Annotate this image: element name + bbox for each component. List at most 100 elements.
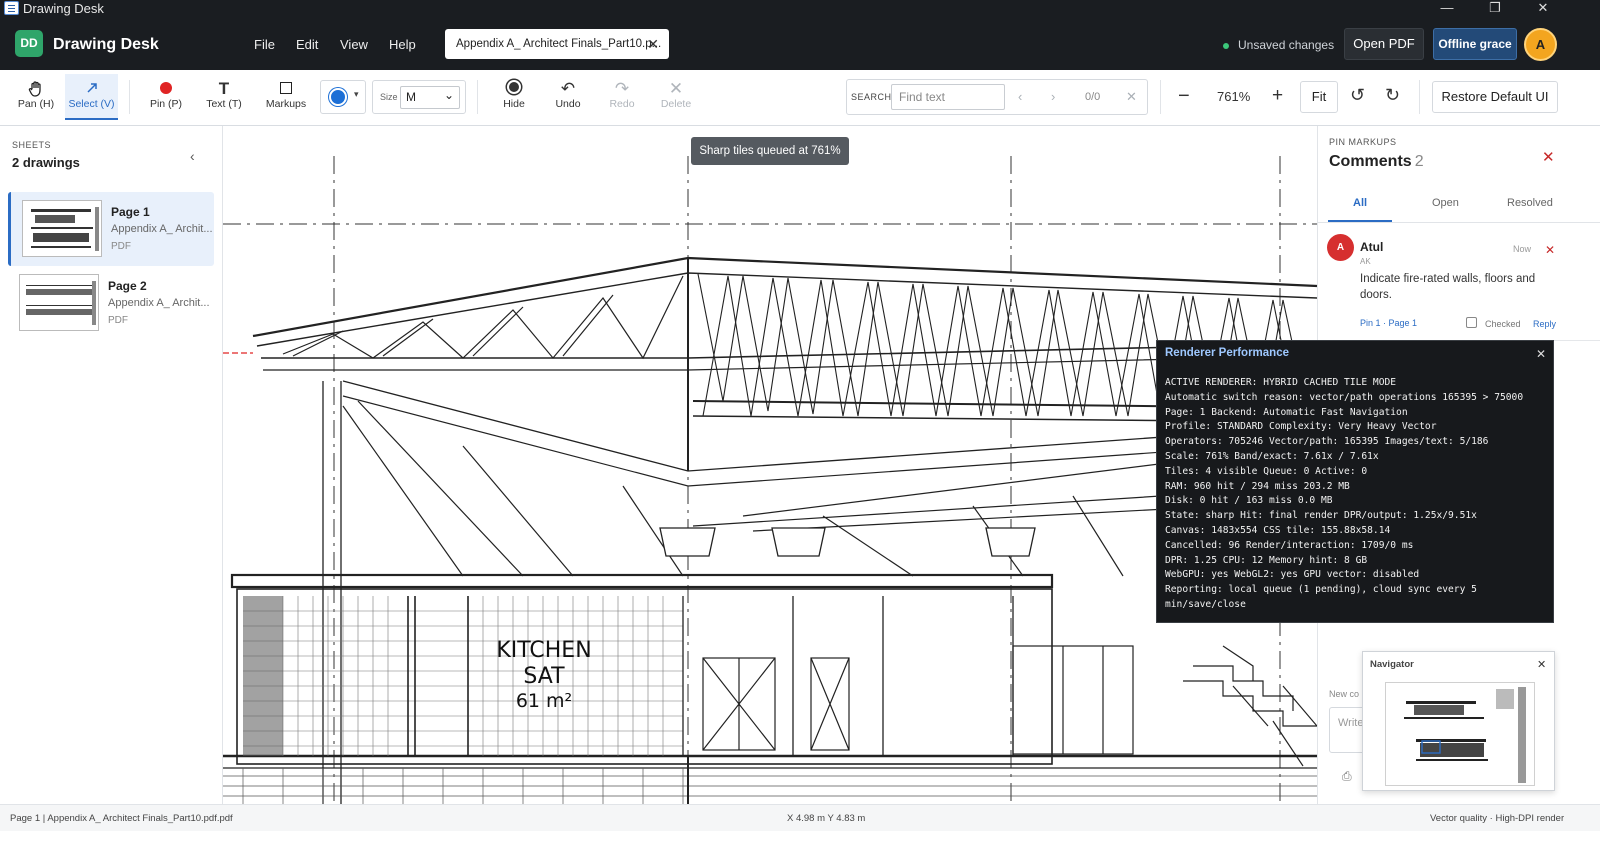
drawing-canvas[interactable]: Sharp tiles queued at 761% KITCHEN SAT 6… [223,126,1317,804]
close-panel-icon[interactable]: ✕ [1542,148,1555,166]
close-navigator-icon[interactable]: ✕ [1537,658,1546,671]
search-prev-icon[interactable]: ‹ [1018,89,1022,104]
perf-line: RAM: 960 hit / 294 miss 203.2 MB [1165,480,1350,492]
comment-pin-link[interactable]: Pin 1 · Page 1 [1360,318,1417,328]
undo-button[interactable]: ↶ Undo [549,74,587,120]
renderer-performance-panel: Renderer Performance ✕ ACTIVE RENDERER: … [1156,340,1554,623]
delete-comment-icon[interactable]: ✕ [1545,243,1555,257]
select-tool-button[interactable]: Select (V) [65,74,118,120]
status-render-quality: Vector quality · High-DPI render [1430,813,1565,824]
chevron-down-icon: ⌄ [443,88,454,102]
perf-line: ACTIVE RENDERER: HYBRID CACHED TILE MODE [1165,377,1397,388]
sheets-sidebar: SHEETS 2 drawings ‹ Page 1 Appendix A_ A… [0,126,223,804]
restore-default-ui-button[interactable]: Restore Default UI [1432,81,1558,113]
open-pdf-button[interactable]: Open PDF [1344,28,1424,60]
hide-label: Hide [503,98,525,110]
sheet-item-page-1[interactable]: Page 1 Appendix A_ Archit... PDF [8,192,214,266]
performance-stats: ACTIVE RENDERER: HYBRID CACHED TILE MODE… [1165,376,1551,613]
tab-all[interactable]: All [1353,197,1367,209]
app-header: DD Drawing Desk File Edit View Help Appe… [0,17,1600,70]
search-next-icon[interactable]: › [1051,89,1055,104]
markups-tool-button[interactable]: Markups [264,74,308,120]
sheets-count: 2 drawings [12,155,80,170]
delete-button[interactable]: ✕ Delete [656,74,696,120]
offline-grace-button[interactable]: Offline grace [1433,28,1517,60]
maximize-button[interactable]: ❐ [1472,0,1518,17]
unsaved-indicator-icon [1223,43,1229,49]
toolbar-divider [1160,80,1161,114]
zoom-in-button[interactable]: + [1272,85,1283,107]
undo-label: Undo [555,98,581,110]
zoom-out-button[interactable]: − [1178,85,1190,108]
tab-open[interactable]: Open [1432,197,1459,209]
sheet-item-page-2[interactable]: Page 2 Appendix A_ Archit... PDF [8,266,214,340]
architectural-drawing [223,156,1317,804]
status-document: Page 1 | Appendix A_ Architect Finals_Pa… [10,813,233,824]
close-tab-icon[interactable]: ✕ [647,36,659,53]
app-icon [4,1,19,15]
status-coordinates: X 4.98 m Y 4.83 m [787,813,866,824]
color-swatch [329,88,347,106]
comments-count: 2 [1414,153,1424,170]
toolbar-divider [129,80,130,114]
menu-help[interactable]: Help [389,37,416,52]
perf-line: Automatic switch reason: vector/path ope… [1165,391,1524,403]
menu-edit[interactable]: Edit [296,37,318,52]
perf-line: WebGPU: yes WebGL2: yes GPU vector: disa… [1165,569,1420,581]
navigator-thumbnail[interactable] [1385,682,1535,786]
minimize-button[interactable]: — [1424,0,1470,17]
checked-checkbox[interactable] [1466,317,1477,328]
menu-file[interactable]: File [254,37,275,52]
size-control: Size M ⌄ [372,80,466,114]
active-tab-indicator [1328,220,1392,222]
perf-line: Operators: 705246 Vector/path: 165395 Im… [1165,436,1489,448]
new-comment-label: New co [1329,689,1360,699]
text-t-icon: T [218,79,230,98]
collapse-sidebar-icon[interactable]: ‹ [190,148,195,164]
tab-resolved[interactable]: Resolved [1507,197,1553,209]
color-picker[interactable]: ▾ [320,80,366,114]
render-toast: Sharp tiles queued at 761% [691,137,849,165]
redo-button[interactable]: ↷ Redo [604,74,640,120]
size-select[interactable]: M ⌄ [400,86,460,109]
undo-icon: ↶ [560,79,576,98]
select-tool-label: Select (V) [68,98,115,110]
comment-time: Now [1513,244,1532,254]
sheets-label: SHEETS [12,140,52,150]
perf-line: Scale: 761% Band/exact: 7.61x / 7.61x [1165,450,1379,462]
search-input[interactable]: Find text [891,84,1005,110]
renderer-performance-title: Renderer Performance [1165,347,1289,359]
toolbar-divider [1419,80,1420,114]
document-tab-label: Appendix A_ Architect Finals_Part10.p... [456,38,662,50]
record-dot-icon [495,74,533,98]
pan-tool-label: Pan (H) [17,98,55,110]
rotate-left-icon[interactable]: ↺ [1350,85,1365,106]
perf-line: Tiles: 4 visible Queue: 0 Active: 0 [1165,465,1368,477]
close-performance-icon[interactable]: ✕ [1536,347,1546,361]
search-label: SEARCH [851,92,892,102]
reply-link[interactable]: Reply [1533,319,1556,329]
sheet-type: PDF [108,315,128,326]
pan-tool-button[interactable]: Pan (H) [14,74,58,120]
text-tool-button[interactable]: T Text (T) [203,74,245,120]
rotate-right-icon[interactable]: ↻ [1385,85,1400,106]
fit-button[interactable]: Fit [1300,81,1338,113]
attach-icon[interactable]: ⎙ [1342,769,1352,784]
window-close-button[interactable]: ✕ [1520,0,1566,17]
menu-view[interactable]: View [340,37,368,52]
perf-line: Page: 1 Backend: Automatic Fast Navigati… [1165,406,1408,418]
sheet-type: PDF [111,241,131,252]
user-avatar[interactable]: A [1524,28,1557,61]
search-clear-icon[interactable]: ✕ [1126,89,1137,105]
perf-line: State: sharp Hit: final render DPR/outpu… [1165,510,1477,522]
room-name-label: KITCHEN [496,638,592,663]
delete-label: Delete [660,98,692,110]
sheet-thumbnail [22,200,102,257]
comments-title: Comments 2 [1329,153,1424,171]
pin-tool-button[interactable]: Pin (P) [146,74,186,120]
search-bar: SEARCH Find text ‹ › 0/0 ✕ [846,79,1148,115]
hide-button[interactable]: Hide [495,74,533,120]
perf-line: Profile: STANDARD Complexity: Very Heavy… [1165,421,1437,433]
document-tab[interactable]: Appendix A_ Architect Finals_Part10.p...… [445,29,669,59]
perf-line: Canvas: 1483x554 CSS tile: 155.88x58.14 [1165,524,1391,536]
